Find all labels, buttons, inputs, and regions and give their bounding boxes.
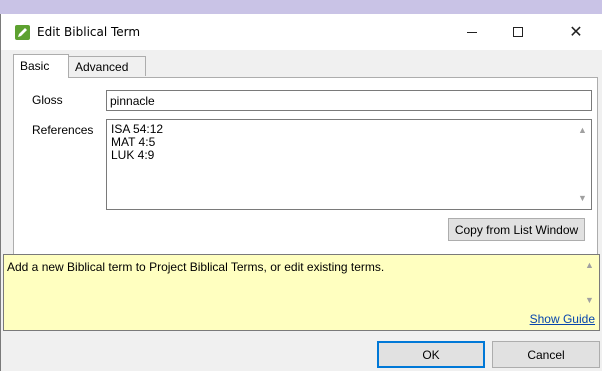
pencil-edit-icon (15, 25, 30, 40)
references-list: ISA 54:12 MAT 4:5 LUK 4:9 (111, 123, 163, 162)
show-guide-link[interactable]: Show Guide (530, 312, 595, 326)
scroll-up-icon[interactable]: ▲ (585, 261, 594, 270)
dialog-window: Edit Biblical Term ✕ Basic Advanced Glos… (0, 14, 602, 371)
ok-button[interactable]: OK (377, 341, 485, 368)
basic-tab-panel: Gloss References ISA 54:12 MAT 4:5 LUK 4… (13, 77, 598, 263)
references-label: References (32, 123, 94, 137)
tab-basic[interactable]: Basic (13, 54, 69, 78)
close-button[interactable]: ✕ (553, 14, 599, 50)
close-icon: ✕ (569, 22, 583, 41)
minimize-button[interactable] (449, 14, 495, 50)
scroll-up-icon[interactable]: ▲ (578, 126, 587, 135)
help-scrollbar[interactable]: ▲ ▼ (581, 255, 597, 311)
window-title: Edit Biblical Term (37, 25, 141, 39)
tab-advanced[interactable]: Advanced (68, 56, 146, 76)
references-textarea[interactable]: ISA 54:12 MAT 4:5 LUK 4:9 ▲ ▼ (106, 119, 592, 210)
title-bar[interactable]: Edit Biblical Term ✕ (1, 14, 602, 50)
help-panel: Add a new Biblical term to Project Bibli… (3, 254, 600, 331)
scroll-down-icon[interactable]: ▼ (585, 296, 594, 305)
scroll-down-icon[interactable]: ▼ (578, 194, 587, 203)
gloss-input[interactable] (106, 90, 592, 111)
gloss-label: Gloss (32, 93, 63, 107)
minimize-icon (467, 31, 477, 33)
background-strip (0, 0, 602, 14)
cancel-button[interactable]: Cancel (492, 341, 600, 368)
reference-item: LUK 4:9 (111, 148, 155, 162)
maximize-button[interactable] (495, 14, 541, 50)
references-scrollbar[interactable]: ▲ ▼ (574, 120, 591, 209)
help-text: Add a new Biblical term to Project Bibli… (7, 260, 385, 274)
copy-from-list-window-button[interactable]: Copy from List Window (448, 218, 585, 241)
maximize-icon (513, 27, 523, 37)
